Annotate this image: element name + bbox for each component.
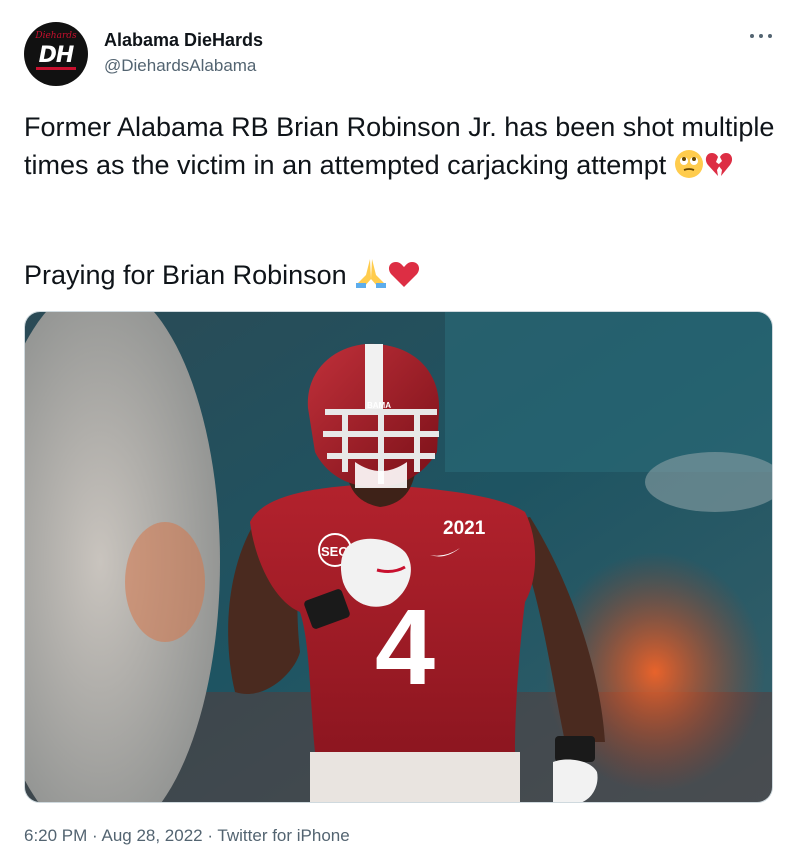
avatar[interactable]: Diehards DH <box>24 22 88 86</box>
stands-blur <box>445 312 772 472</box>
more-dots-icon[interactable] <box>750 30 772 42</box>
dot <box>759 34 763 38</box>
broken-heart-emoji-icon <box>704 149 734 189</box>
display-name[interactable]: Alabama DieHards <box>104 30 263 51</box>
tweet-media-photo[interactable]: 4 2021 SEC BAMA <box>24 311 773 803</box>
tweet-text-paragraph-1: Former Alabama RB Brian Robinson Jr. has… <box>24 108 776 189</box>
user-handle[interactable]: @DiehardsAlabama <box>104 56 256 76</box>
red-heart-emoji-icon <box>388 259 420 299</box>
tweet-text-paragraph-2: Praying for Brian Robinson <box>24 256 776 299</box>
tweet-timestamp[interactable]: 6:20 PM · Aug 28, 2022 · Twitter for iPh… <box>24 826 350 846</box>
rolling-eyes-emoji-icon <box>674 149 704 189</box>
orange-blur <box>125 522 205 642</box>
avatar-initials: DH <box>38 42 75 68</box>
jersey-patch: 2021 <box>443 518 486 539</box>
tweet-card[interactable]: Diehards DH Alabama DieHards @DiehardsAl… <box>0 0 800 868</box>
helmet-text: BAMA <box>367 401 391 410</box>
dot <box>750 34 754 38</box>
avatar-stripe <box>36 67 76 70</box>
folded-hands-emoji-icon <box>354 257 388 299</box>
dot <box>768 34 772 38</box>
avatar-script-logo: Diehards <box>35 31 77 41</box>
tweet-text: Praying for Brian Robinson <box>24 260 347 290</box>
tweet-text: Former Alabama RB Brian Robinson Jr. has… <box>24 112 775 180</box>
